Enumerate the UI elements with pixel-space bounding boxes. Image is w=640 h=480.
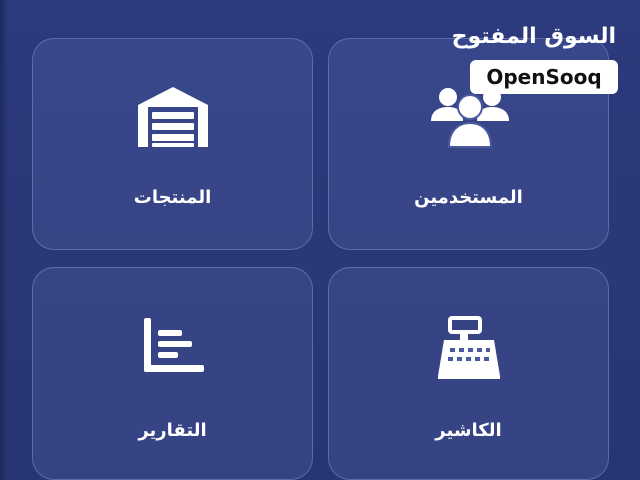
reports-tile[interactable]: التقارير bbox=[32, 267, 313, 480]
cashier-label: الكاشير bbox=[435, 420, 502, 441]
warehouse-icon bbox=[132, 83, 214, 149]
report-list-icon bbox=[140, 316, 206, 374]
opensooq-watermark: السوق المفتوح OpenSooq bbox=[452, 24, 622, 98]
users-label: المستخدمين bbox=[414, 187, 523, 208]
reports-label: التقارير bbox=[138, 420, 207, 441]
watermark-arabic-text: السوق المفتوح bbox=[451, 24, 616, 49]
cash-register-icon bbox=[436, 316, 502, 380]
cashier-tile[interactable]: الكاشير bbox=[328, 267, 609, 480]
screen-left-edge bbox=[0, 0, 8, 480]
products-tile[interactable]: المنتجات bbox=[32, 38, 313, 250]
products-label: المنتجات bbox=[133, 187, 212, 208]
watermark-english-text: OpenSooq bbox=[470, 60, 618, 94]
